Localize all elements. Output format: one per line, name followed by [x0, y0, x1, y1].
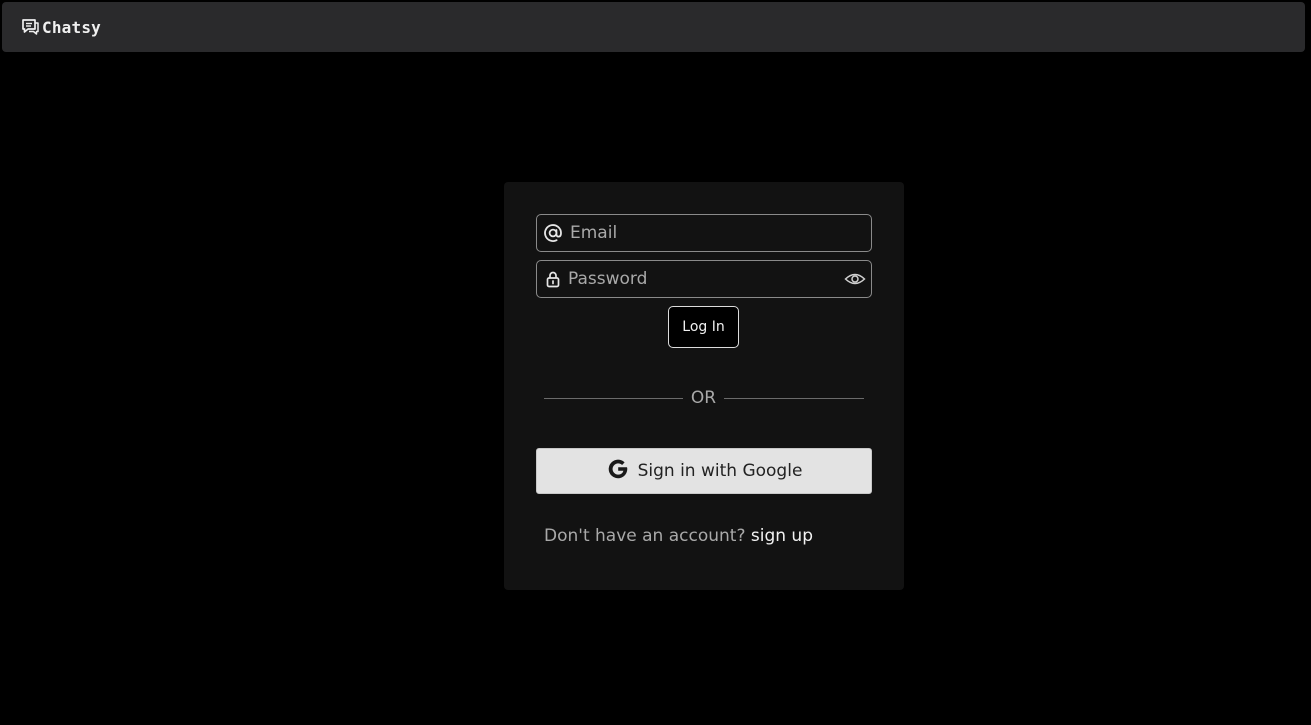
chat-icon — [20, 17, 40, 37]
google-sign-in-button[interactable]: Sign in with Google — [536, 448, 872, 494]
email-field[interactable] — [536, 214, 872, 252]
eye-icon[interactable] — [844, 269, 866, 289]
page: Chatsy Email Log In OR Sign in with Goog… — [0, 0, 1311, 725]
at-sign-icon — [543, 223, 563, 243]
password-field[interactable] — [536, 260, 872, 298]
lock-icon — [543, 269, 563, 289]
divider-line-left — [544, 398, 683, 399]
signup-prompt: Don't have an account? — [544, 526, 746, 546]
email-input[interactable] — [570, 215, 840, 251]
app-name: Chatsy — [42, 17, 101, 37]
google-button-label: Sign in with Google — [637, 461, 803, 481]
divider-text: OR — [690, 388, 717, 408]
signup-row: Don't have an account? sign up — [544, 526, 813, 546]
brand[interactable]: Chatsy — [20, 17, 101, 37]
navbar: Chatsy — [2, 2, 1305, 52]
signup-link[interactable]: sign up — [751, 526, 813, 546]
divider-line-right — [724, 398, 864, 399]
google-icon — [606, 457, 630, 486]
password-input[interactable] — [568, 261, 838, 297]
login-card: Log In OR Sign in with Google Don't have… — [504, 182, 904, 590]
login-button[interactable]: Log In — [668, 306, 739, 348]
